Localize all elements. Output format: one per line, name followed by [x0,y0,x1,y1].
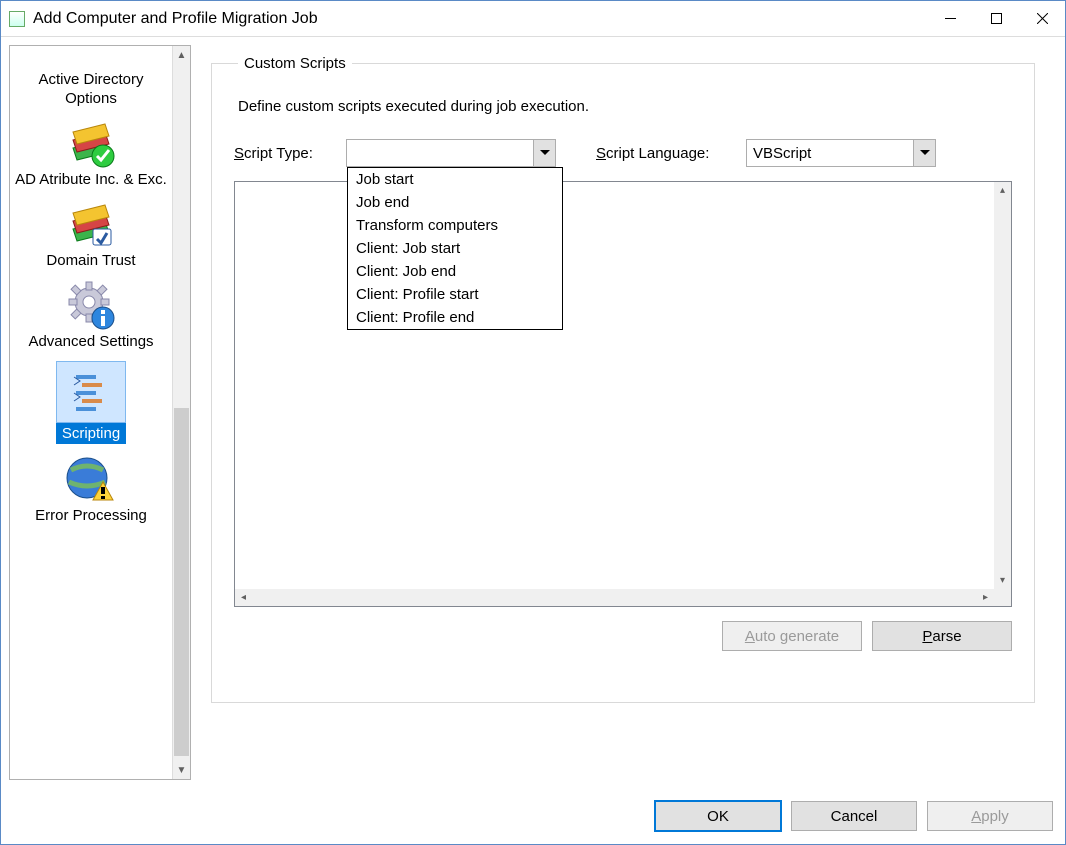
textarea-vscrollbar[interactable]: ▴ ▾ [994,182,1011,589]
sidebar: Active Directory Options [9,45,191,780]
sidebar-label: Active Directory Options [10,70,172,108]
scroll-down-icon[interactable]: ▾ [994,572,1011,589]
sidebar-label: Error Processing [31,506,151,525]
ad-options-icon [63,50,119,70]
chevron-down-icon[interactable] [913,140,935,166]
sidebar-label: Advanced Settings [24,332,157,351]
script-language-value: VBScript [747,145,913,162]
script-icon [56,361,126,423]
books-check-icon [63,118,119,170]
textarea-hscrollbar[interactable]: ◂ ▸ [235,589,994,606]
minimize-icon [945,13,956,24]
close-button[interactable] [1019,4,1065,34]
scroll-thumb[interactable] [174,408,189,756]
sidebar-item-advanced-settings[interactable]: Advanced Settings [10,276,172,357]
script-type-combo[interactable]: Job start Job end Transform computers Cl… [346,139,556,167]
sidebar-item-ad-attribute[interactable]: AD Atribute Inc. & Exc. [10,114,172,195]
maximize-icon [991,13,1002,24]
window-title: Add Computer and Profile Migration Job [33,10,318,28]
ok-button[interactable]: OK [655,801,781,831]
scroll-down-icon[interactable]: ▼ [173,761,190,779]
apply-button: Apply [927,801,1053,831]
globe-warning-icon [63,454,119,506]
sidebar-list: Active Directory Options [10,46,172,779]
scroll-corner [994,589,1011,606]
sidebar-item-scripting[interactable]: Scripting [10,357,172,450]
script-type-label: Script Type: [234,145,346,162]
gear-info-icon [63,280,119,332]
cancel-button[interactable]: Cancel [791,801,917,831]
script-type-dropdown: Job start Job end Transform computers Cl… [347,167,563,330]
dropdown-option[interactable]: Job start [348,168,562,191]
group-legend: Custom Scripts [238,55,352,72]
books-shield-icon [63,199,119,251]
scroll-up-icon[interactable]: ▲ [173,46,190,64]
app-icon [9,11,25,27]
close-icon [1037,13,1048,24]
dropdown-option[interactable]: Client: Profile end [348,306,562,329]
window-frame: Add Computer and Profile Migration Job [0,0,1066,845]
sidebar-item-domain-trust[interactable]: Domain Trust [10,195,172,276]
minimize-button[interactable] [927,4,973,34]
dropdown-option[interactable]: Client: Profile start [348,283,562,306]
dialog-button-bar: OK Cancel Apply [1,788,1065,844]
dropdown-option[interactable]: Job end [348,191,562,214]
scroll-up-icon[interactable]: ▴ [994,182,1011,199]
scroll-right-icon[interactable]: ▸ [977,589,994,606]
custom-scripts-group: Custom Scripts Define custom scripts exe… [211,55,1035,703]
titlebar[interactable]: Add Computer and Profile Migration Job [1,1,1065,37]
dropdown-option[interactable]: Transform computers [348,214,562,237]
sidebar-label: AD Atribute Inc. & Exc. [11,170,171,189]
scroll-left-icon[interactable]: ◂ [235,589,252,606]
sidebar-scrollbar[interactable]: ▲ ▼ [172,46,190,779]
chevron-down-icon[interactable] [533,140,555,166]
sidebar-label: Domain Trust [42,251,139,270]
maximize-button[interactable] [973,4,1019,34]
sidebar-item-error-processing[interactable]: Error Processing [10,450,172,531]
sidebar-label: Scripting [56,423,126,444]
auto-generate-button: Auto generate [722,621,862,651]
parse-button[interactable]: Parse [872,621,1012,651]
group-description: Define custom scripts executed during jo… [238,98,1012,115]
script-language-label: Script Language: [596,145,746,162]
sidebar-item-ad-options[interactable]: Active Directory Options [10,46,172,114]
dropdown-option[interactable]: Client: Job start [348,237,562,260]
script-language-combo[interactable]: VBScript [746,139,936,167]
dropdown-option[interactable]: Client: Job end [348,260,562,283]
